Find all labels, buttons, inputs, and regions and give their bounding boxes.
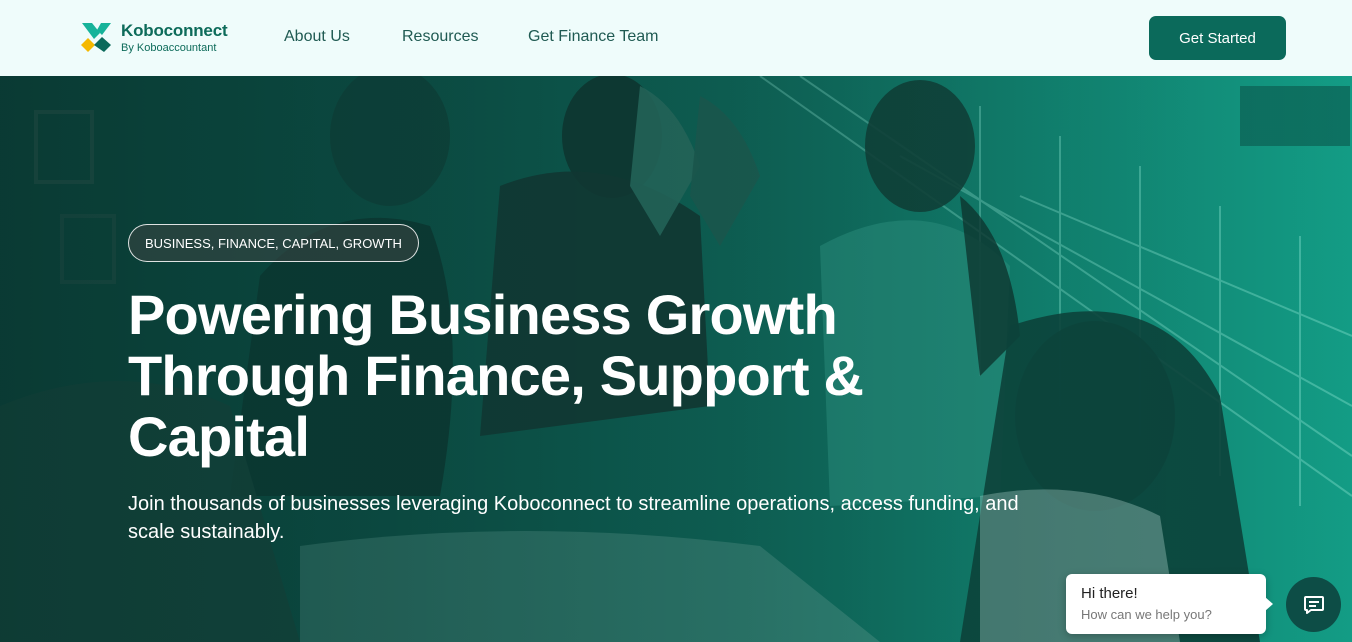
chat-greeting-prompt: How can we help you? xyxy=(1081,607,1212,622)
chat-greeting-title: Hi there! xyxy=(1081,585,1138,602)
chat-icon xyxy=(1303,595,1324,614)
koboconnect-logo-icon xyxy=(81,23,111,52)
brand-subtitle: By Koboaccountant xyxy=(121,42,217,54)
nav-get-finance-team[interactable]: Get Finance Team xyxy=(528,28,658,46)
nav-about-us[interactable]: About Us xyxy=(284,28,350,46)
hero-headline: Powering Business Growth Through Finance… xyxy=(128,283,864,468)
chat-greeting-bubble[interactable]: Hi there! How can we help you? xyxy=(1066,574,1273,634)
hero-subtext: Join thousands of businesses leveraging … xyxy=(128,493,1019,543)
top-navbar: Koboconnect By Koboaccountant About Us R… xyxy=(0,0,1352,76)
brand-logo[interactable]: Koboconnect By Koboaccountant xyxy=(80,20,240,56)
brand-name: Koboconnect xyxy=(121,21,228,40)
hero-section: BUSINESS, FINANCE, CAPITAL, GROWTH Power… xyxy=(0,76,1352,642)
nav-resources[interactable]: Resources xyxy=(402,28,478,46)
hero-tag: BUSINESS, FINANCE, CAPITAL, GROWTH xyxy=(128,224,419,262)
chat-launcher-button[interactable] xyxy=(1286,577,1341,632)
get-started-button[interactable]: Get Started xyxy=(1149,16,1286,60)
